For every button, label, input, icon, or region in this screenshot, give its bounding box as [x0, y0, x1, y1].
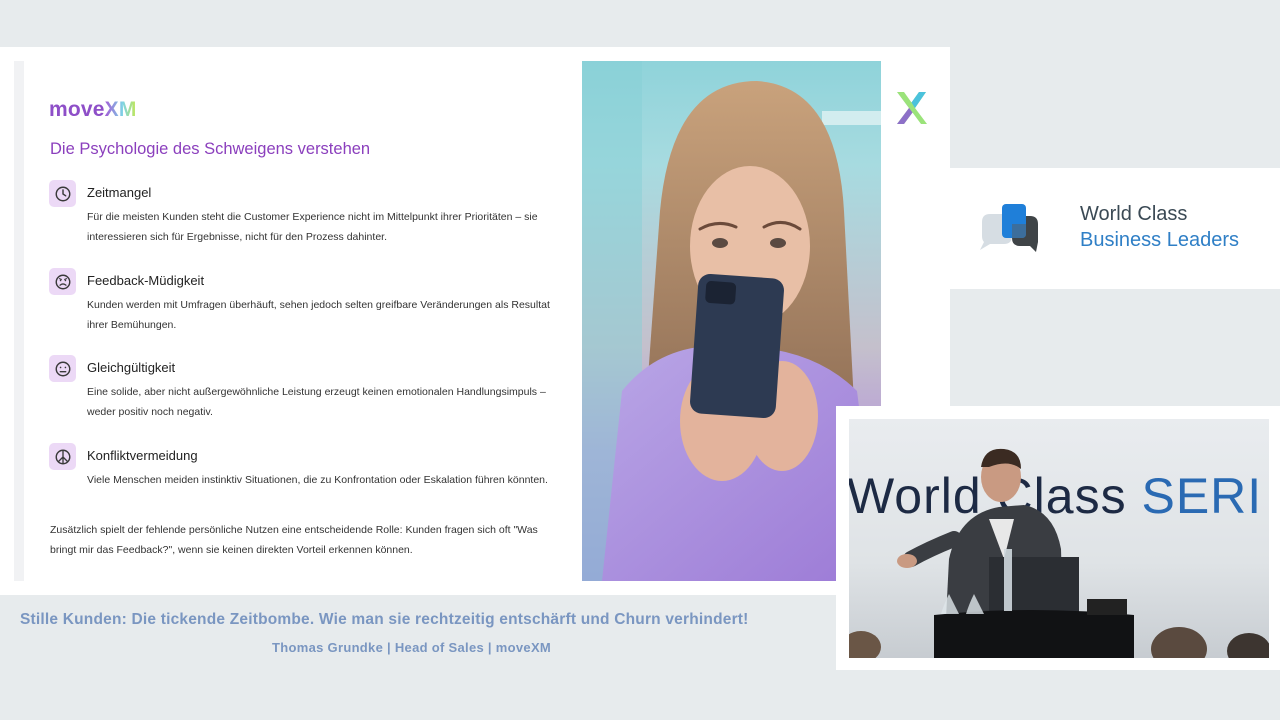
talk-title-caption: Stille Kunden: Die tickende Zeitbombe. W…	[20, 611, 749, 628]
item-title: Gleichgültigkeit	[87, 360, 176, 375]
neutral-face-icon	[49, 355, 76, 382]
item-text: Für die meisten Kunden steht die Custome…	[87, 211, 538, 243]
item-title: Konfliktvermeidung	[87, 448, 198, 463]
clock-icon	[49, 180, 76, 207]
logo-text-xm: XM	[104, 98, 137, 121]
stage-scene	[849, 448, 1269, 658]
item-text: Viele Menschen meiden instinktiv Situati…	[87, 474, 548, 486]
slide-title: Die Psychologie des Schweigens verstehen	[50, 140, 371, 158]
speech-bubbles-logo-icon	[980, 204, 1038, 252]
item-text: Eine solide, aber nicht außergewöhnliche…	[87, 386, 546, 418]
item-title: Zeitmangel	[87, 185, 152, 200]
logo-text-move: move	[49, 98, 105, 121]
peace-icon	[49, 443, 76, 470]
speaker-caption: Thomas Grundke | Head of Sales | moveXM	[272, 640, 552, 655]
brand-name-line2: Business Leaders	[1080, 229, 1239, 251]
movexm-x-icon	[897, 92, 927, 124]
slide-footnote: Zusätzlich spielt der fehlende persönlic…	[50, 524, 538, 556]
world-class-business-leaders-brand: World Class Business Leaders	[950, 168, 1280, 289]
item-text: Kunden werden mit Umfragen überhäuft, se…	[87, 299, 550, 331]
speaker-video: World Class SERI	[849, 419, 1269, 658]
item-title: Feedback-Müdigkeit	[87, 273, 205, 288]
frown-face-icon	[49, 268, 76, 295]
brand-name-line1: World Class	[1080, 203, 1188, 225]
movexm-logo: moveXM	[49, 98, 137, 122]
